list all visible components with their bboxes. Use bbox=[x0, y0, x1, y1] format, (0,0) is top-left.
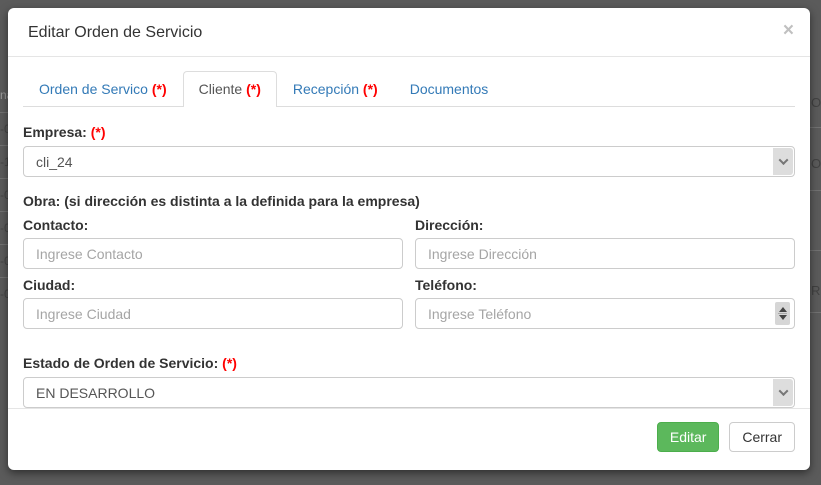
empresa-label-text: Empresa: bbox=[23, 124, 91, 140]
tab-orden-de-servicio[interactable]: Orden de Servico (*) bbox=[23, 71, 183, 107]
cerrar-button[interactable]: Cerrar bbox=[729, 422, 795, 452]
tab-label: Recepción bbox=[293, 81, 363, 97]
empresa-select[interactable]: cli_24 bbox=[23, 146, 795, 177]
required-marker: (*) bbox=[246, 81, 261, 97]
tab-label: Cliente bbox=[199, 81, 246, 97]
telefono-label: Teléfono: bbox=[415, 277, 795, 293]
background-line bbox=[0, 145, 8, 146]
modal-body: Empresa: (*) cli_24 Obra: (si dirección … bbox=[8, 124, 810, 408]
telefono-input[interactable] bbox=[415, 298, 795, 329]
close-icon[interactable]: × bbox=[783, 24, 794, 38]
contacto-input[interactable] bbox=[23, 238, 403, 269]
background-fragment: O bbox=[811, 156, 821, 171]
chevron-down-icon[interactable] bbox=[773, 148, 793, 175]
tab-cliente[interactable]: Cliente (*) bbox=[183, 71, 277, 107]
background-line bbox=[0, 244, 8, 245]
contacto-field-group: Contacto: bbox=[23, 209, 403, 269]
tab-documentos[interactable]: Documentos bbox=[394, 71, 505, 107]
background-fragment: R bbox=[811, 283, 820, 298]
ciudad-label: Ciudad: bbox=[23, 277, 403, 293]
telefono-input-wrap bbox=[415, 298, 795, 329]
spinner-divider bbox=[778, 313, 787, 314]
background-line bbox=[0, 178, 8, 179]
direccion-field-group: Dirección: bbox=[415, 209, 795, 269]
obra-note: Obra: (si dirección es distinta a la def… bbox=[23, 193, 795, 209]
tab-label: Orden de Servico bbox=[39, 81, 152, 97]
required-marker: (*) bbox=[152, 81, 167, 97]
two-column-fields: Contacto: Dirección: Ciudad: Teléfono: bbox=[23, 209, 795, 329]
contacto-input-wrap bbox=[23, 238, 403, 269]
empresa-select-value: cli_24 bbox=[36, 154, 73, 170]
estado-label: Estado de Orden de Servicio: (*) bbox=[23, 355, 795, 371]
required-marker: (*) bbox=[91, 124, 106, 140]
direccion-label: Dirección: bbox=[415, 217, 795, 233]
editar-button[interactable]: Editar bbox=[657, 422, 720, 452]
estado-label-text: Estado de Orden de Servicio: bbox=[23, 355, 222, 371]
ciudad-field-group: Ciudad: bbox=[23, 269, 403, 329]
required-marker: (*) bbox=[222, 355, 237, 371]
modal-title: Editar Orden de Servicio bbox=[28, 23, 795, 42]
chevron-down-icon[interactable] bbox=[773, 379, 793, 406]
tab-label: Documentos bbox=[410, 81, 489, 97]
direccion-input-wrap bbox=[415, 238, 795, 269]
edit-service-order-modal: Editar Orden de Servicio × Orden de Serv… bbox=[8, 8, 810, 470]
number-spinner[interactable] bbox=[775, 302, 790, 325]
empresa-label: Empresa: (*) bbox=[23, 124, 795, 140]
tab-recepcion[interactable]: Recepción (*) bbox=[277, 71, 394, 107]
telefono-field-group: Teléfono: bbox=[415, 269, 795, 329]
spinner-up-icon[interactable] bbox=[779, 307, 787, 312]
tab-bar: Orden de Servico (*) Cliente (*) Recepci… bbox=[23, 71, 795, 107]
background-line bbox=[0, 211, 8, 212]
background-fragment: O bbox=[811, 95, 821, 110]
spinner-down-icon[interactable] bbox=[779, 315, 787, 320]
background-line bbox=[0, 277, 8, 278]
background-line bbox=[810, 190, 821, 191]
modal-footer: Editar Cerrar bbox=[8, 408, 810, 470]
ciudad-input-wrap bbox=[23, 298, 403, 329]
contacto-label: Contacto: bbox=[23, 217, 403, 233]
background-line bbox=[0, 112, 8, 113]
estado-select[interactable]: EN DESARROLLO bbox=[23, 377, 795, 408]
required-marker: (*) bbox=[363, 81, 378, 97]
background-line bbox=[810, 312, 821, 313]
background-line bbox=[810, 127, 821, 128]
direccion-input[interactable] bbox=[415, 238, 795, 269]
ciudad-input[interactable] bbox=[23, 298, 403, 329]
background-line bbox=[810, 250, 821, 251]
estado-select-value: EN DESARROLLO bbox=[36, 385, 155, 401]
modal-header: Editar Orden de Servicio × bbox=[8, 8, 810, 57]
